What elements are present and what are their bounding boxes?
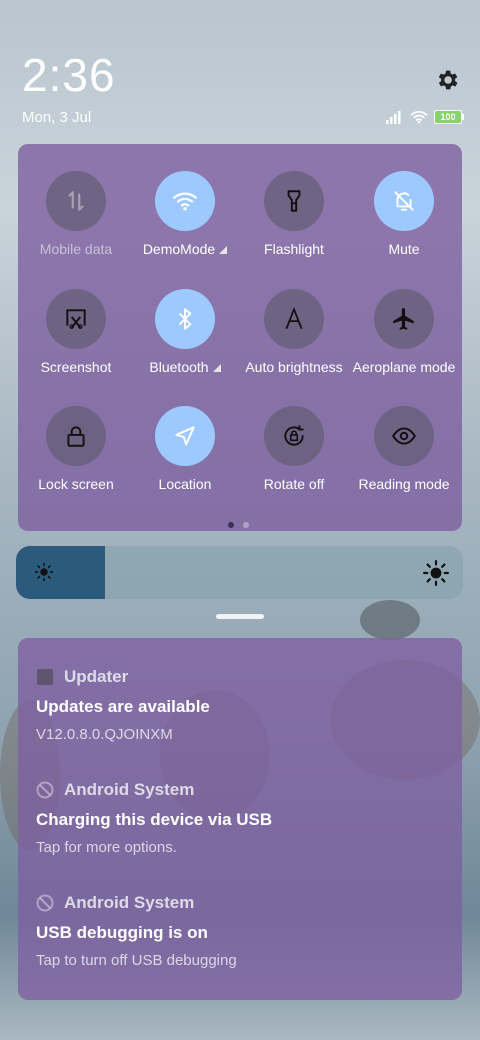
gear-icon[interactable] <box>434 67 460 93</box>
battery-icon: 100 <box>434 110 464 124</box>
tile-label: Rotate off <box>263 476 325 492</box>
tile-flashlight[interactable]: Flashlight <box>239 171 349 257</box>
wifi-icon <box>155 171 215 231</box>
drag-handle[interactable] <box>216 614 264 619</box>
notification-panel: Updater Updates are available V12.0.8.0.… <box>18 638 462 1000</box>
tile-mobile-data[interactable]: Mobile data <box>21 171 131 257</box>
tile-demomode[interactable]: DemoMode <box>130 171 240 257</box>
notification-body: Tap for more options. <box>36 839 177 856</box>
tile-mute[interactable]: Mute <box>349 171 459 257</box>
tile-screenshot[interactable]: Screenshot <box>21 289 131 375</box>
bluetooth-icon <box>155 289 215 349</box>
notification-usb-debugging[interactable]: Android System USB debugging is on Tap t… <box>36 892 446 969</box>
brightness-low-icon <box>34 562 54 582</box>
tile-label: DemoMode <box>130 241 240 257</box>
wifi-icon <box>410 110 428 124</box>
screenshot-icon <box>46 289 106 349</box>
mobile-data-icon <box>46 171 106 231</box>
quick-settings-panel: Mobile data DemoMode Flashlight Mute Scr… <box>18 144 462 531</box>
page-dot[interactable] <box>243 522 249 528</box>
tile-label: Mute <box>388 241 420 257</box>
tile-location[interactable]: Location <box>130 406 240 492</box>
brightness-slider[interactable] <box>16 546 463 599</box>
notification-title: USB debugging is on <box>36 923 208 942</box>
tile-rotate-off[interactable]: Rotate off <box>239 406 349 492</box>
tile-label: Bluetooth <box>130 359 240 375</box>
notification-updater[interactable]: Updater Updates are available V12.0.8.0.… <box>36 666 446 743</box>
notification-header: Updater <box>36 666 446 688</box>
tile-lock-screen[interactable]: Lock screen <box>21 406 131 492</box>
android-system-icon <box>36 781 54 799</box>
lock-icon <box>46 406 106 466</box>
rotate-lock-icon <box>264 406 324 466</box>
notification-title: Updates are available <box>36 697 210 716</box>
airplane-icon <box>374 289 434 349</box>
tile-label: Mobile data <box>39 241 113 257</box>
expand-indicator-icon <box>219 246 228 255</box>
tile-label: Auto brightness <box>245 359 343 375</box>
brightness-fill <box>16 546 106 599</box>
expand-indicator-icon <box>212 364 221 373</box>
date: Mon, 3 Jul <box>22 109 92 126</box>
tile-bluetooth[interactable]: Bluetooth <box>130 289 240 375</box>
notification-usb-charging[interactable]: Android System Charging this device via … <box>36 779 446 856</box>
notification-title: Charging this device via USB <box>36 810 273 829</box>
tile-label: Flashlight <box>264 241 324 257</box>
auto-brightness-icon <box>264 289 324 349</box>
app-name: Android System <box>64 893 195 912</box>
system-icons: 100 <box>386 108 464 126</box>
tile-label: Aeroplane mode <box>352 359 456 375</box>
page-indicator <box>228 522 249 528</box>
page-dot-active[interactable] <box>228 522 234 528</box>
tile-label: Reading mode <box>358 476 450 492</box>
updater-icon <box>37 669 53 685</box>
tile-auto-brightness[interactable]: Auto brightness <box>239 289 349 375</box>
tile-aeroplane-mode[interactable]: Aeroplane mode <box>349 289 459 375</box>
tile-label: Lock screen <box>38 476 114 492</box>
notification-header: Android System <box>36 892 446 914</box>
eye-icon <box>374 406 434 466</box>
tile-reading-mode[interactable]: Reading mode <box>349 406 459 492</box>
clock: 2:36 <box>22 49 116 101</box>
tile-label: Location <box>158 476 212 492</box>
location-icon <box>155 406 215 466</box>
app-name: Updater <box>64 667 129 686</box>
notification-body: V12.0.8.0.QJOINXM <box>36 726 173 743</box>
app-name: Android System <box>64 780 195 799</box>
flashlight-icon <box>264 171 324 231</box>
android-system-icon <box>36 894 54 912</box>
notification-body: Tap to turn off USB debugging <box>36 952 237 969</box>
brightness-high-icon <box>423 560 449 586</box>
bell-off-icon <box>374 171 434 231</box>
signal-icon <box>386 111 401 124</box>
notification-header: Android System <box>36 779 446 801</box>
tile-label: Screenshot <box>40 359 112 375</box>
